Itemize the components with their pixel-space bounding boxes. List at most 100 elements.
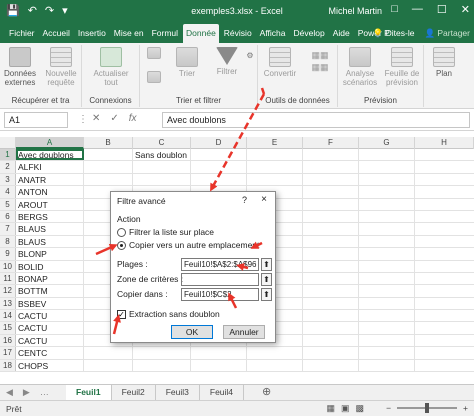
column-header-h[interactable]: H <box>415 137 474 149</box>
copier-dans-input[interactable]: Feuil10!$C$2 <box>181 288 259 301</box>
cell-c3[interactable] <box>133 173 191 186</box>
cell-a16[interactable]: CACTU <box>16 334 84 347</box>
tab-aide[interactable]: Aide <box>330 24 353 43</box>
plan-button[interactable]: Plan <box>428 47 460 78</box>
tab-donnees[interactable]: Donnée <box>183 24 219 43</box>
cell-a11[interactable]: BONAP <box>16 272 84 285</box>
radio-circle-copy-elsewhere[interactable] <box>117 240 126 250</box>
row-header[interactable]: 16 <box>0 334 16 347</box>
prev-sheet-icon[interactable]: ◀ <box>6 387 13 398</box>
plages-input[interactable]: Feuil10!$A$2:$A$96 <box>181 258 259 271</box>
insert-function-icon[interactable]: fx <box>129 113 137 124</box>
close-icon[interactable]: × <box>261 194 267 205</box>
ok-button[interactable]: OK <box>171 325 213 339</box>
criteres-input[interactable] <box>181 273 259 286</box>
row-header[interactable]: 10 <box>0 260 16 272</box>
cell-c18[interactable] <box>133 359 191 372</box>
cancel-entry-icon[interactable]: ✕ <box>92 113 100 124</box>
row-header[interactable]: 7 <box>0 223 16 235</box>
donnees-externes-button[interactable]: Données externes <box>2 47 38 87</box>
column-header-a[interactable]: A <box>16 137 84 149</box>
advanced-filter-icon[interactable]: ⚙ <box>244 51 256 60</box>
minimize-icon[interactable]: — <box>412 3 423 16</box>
cell-c2[interactable] <box>133 161 191 173</box>
row-header[interactable]: 8 <box>0 235 16 248</box>
name-box[interactable]: A1 <box>4 112 68 128</box>
cell-a10[interactable]: BOLID <box>16 260 84 272</box>
row-header[interactable]: 2 <box>0 161 16 173</box>
row-header[interactable]: 1 <box>0 149 16 161</box>
cell-a6[interactable]: BERGS <box>16 210 84 223</box>
cell-a13[interactable]: BSBEV <box>16 297 84 310</box>
normal-view-icon[interactable]: ▦ <box>326 403 335 414</box>
maximize-icon[interactable]: ☐ <box>437 3 447 16</box>
zoom-in-icon[interactable]: + <box>463 403 468 413</box>
range-picker-icon[interactable]: ⬆ <box>261 288 272 301</box>
nouvelle-requete-button[interactable]: Nouvelle requête <box>42 47 80 87</box>
tab-insertion[interactable]: Insertio <box>75 24 109 43</box>
cell-a14[interactable]: CACTU <box>16 310 84 322</box>
column-header-b[interactable]: B <box>84 137 133 149</box>
name-box-dropdown-icon[interactable]: ⋮ <box>78 114 88 125</box>
cell-a4[interactable]: ANTON <box>16 186 84 198</box>
formula-input[interactable]: Avec doublons <box>162 112 470 128</box>
select-all-corner[interactable] <box>0 137 16 149</box>
row-header[interactable]: 12 <box>0 285 16 297</box>
filtrer-button[interactable]: Filtrer <box>210 47 244 76</box>
analyse-scenarios-button[interactable]: Analyse scénarios <box>340 47 380 87</box>
cell-a18[interactable]: CHOPS <box>16 359 84 372</box>
feuille-prevision-button[interactable]: Feuille de prévision <box>382 47 422 87</box>
zoom-out-icon[interactable]: − <box>386 403 391 413</box>
cell-a12[interactable]: BOTTM <box>16 285 84 297</box>
cell-c17[interactable] <box>133 347 191 359</box>
tab-accueil[interactable]: Accueil <box>40 24 73 43</box>
cell-a3[interactable]: ANATR <box>16 173 84 186</box>
more-sheets-icon[interactable]: … <box>40 387 49 398</box>
tab-affichage[interactable]: Afficha <box>257 24 289 43</box>
tab-revision[interactable]: Révisio <box>221 24 255 43</box>
sort-az-icon[interactable] <box>144 47 164 61</box>
row-header[interactable]: 18 <box>0 359 16 372</box>
row-header[interactable]: 5 <box>0 198 16 210</box>
row-header[interactable]: 14 <box>0 310 16 322</box>
trier-button[interactable]: Trier <box>170 47 204 78</box>
actualiser-tout-button[interactable]: Actualiser tout <box>90 47 132 87</box>
convertir-button[interactable]: Convertir <box>260 47 300 78</box>
range-picker-icon[interactable]: ⬆ <box>261 258 272 271</box>
cell-a1[interactable]: Avec doublons <box>16 149 84 161</box>
range-picker-icon[interactable]: ⬆ <box>261 273 272 286</box>
row-header[interactable]: 15 <box>0 322 16 334</box>
page-break-view-icon[interactable]: ▩ <box>355 403 364 414</box>
cell-a15[interactable]: CACTU <box>16 322 84 334</box>
column-header-d[interactable]: D <box>191 137 247 149</box>
zoom-slider[interactable] <box>397 403 458 413</box>
column-header-f[interactable]: F <box>303 137 359 149</box>
cell-a8[interactable]: BLAUS <box>16 235 84 248</box>
close-icon[interactable]: ✕ <box>461 3 470 16</box>
tab-fichier[interactable]: Fichier <box>6 24 38 43</box>
column-header-g[interactable]: G <box>359 137 415 149</box>
cell-a5[interactable]: AROUT <box>16 198 84 210</box>
add-sheet-icon[interactable]: ⊕ <box>262 385 271 400</box>
row-header[interactable]: 17 <box>0 347 16 359</box>
page-layout-view-icon[interactable]: ▣ <box>341 403 350 414</box>
next-sheet-icon[interactable]: ▶ <box>23 387 30 398</box>
column-header-e[interactable]: E <box>247 137 303 149</box>
tab-developpeur[interactable]: Dévelop <box>291 24 328 43</box>
radio-circle-filter-in-place[interactable] <box>117 227 126 237</box>
tell-me-search[interactable]: 💡 Dites-le <box>373 24 415 43</box>
row-header[interactable]: 6 <box>0 210 16 223</box>
cell-c1[interactable]: Sans doublon <box>133 149 191 161</box>
cell-a17[interactable]: CENTC <box>16 347 84 359</box>
column-header-c[interactable]: C <box>133 137 191 149</box>
radio-filter-in-place[interactable]: Filtrer la liste sur place <box>117 227 214 237</box>
ribbon-display-icon[interactable]: □ <box>391 3 398 16</box>
share-button[interactable]: 👤 Partager <box>424 24 470 43</box>
row-header[interactable]: 13 <box>0 297 16 310</box>
tab-formules[interactable]: Formul <box>149 24 181 43</box>
row-header[interactable]: 11 <box>0 272 16 285</box>
radio-copy-elsewhere[interactable]: Copier vers un autre emplacement <box>117 240 259 250</box>
row-header[interactable]: 4 <box>0 186 16 198</box>
help-icon[interactable]: ? <box>242 195 247 205</box>
tab-mise-en-page[interactable]: Mise en <box>111 24 147 43</box>
